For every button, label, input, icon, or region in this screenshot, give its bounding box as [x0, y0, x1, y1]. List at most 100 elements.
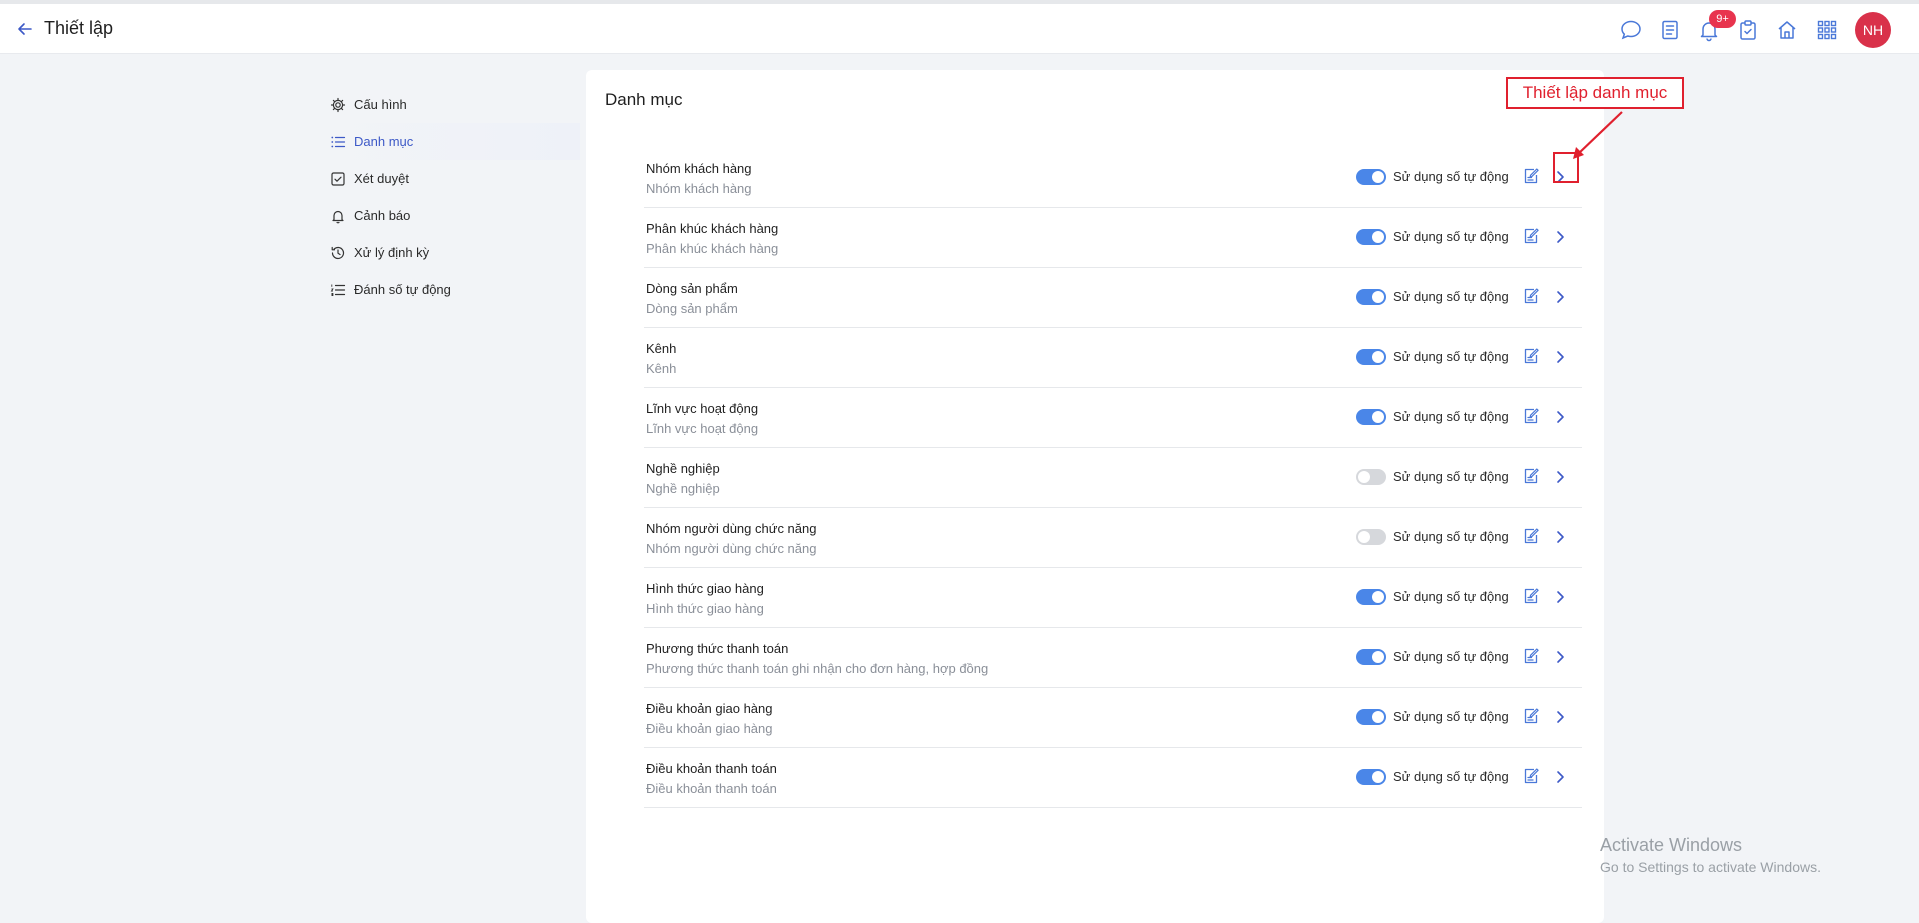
category-name: Nhóm người dùng chức năng	[646, 521, 817, 536]
category-description: Điều khoản thanh toán	[646, 781, 777, 796]
chevron-right-icon[interactable]	[1551, 288, 1569, 306]
auto-number-toggle[interactable]	[1356, 409, 1386, 425]
category-panel: Danh mục Nhóm khách hàng Nhóm khách hàng S…	[586, 70, 1604, 923]
sidebar-item-cau-hinh[interactable]: Cấu hình	[320, 86, 580, 123]
edit-icon[interactable]	[1522, 767, 1540, 785]
edit-icon[interactable]	[1522, 587, 1540, 605]
edit-icon[interactable]	[1522, 527, 1540, 545]
annotation-arrow	[1573, 111, 1623, 159]
auto-number-label: Sử dụng số tự động	[1393, 169, 1509, 184]
bell-icon	[332, 210, 344, 223]
chevron-right-icon[interactable]	[1551, 708, 1569, 726]
edit-icon[interactable]	[1522, 647, 1540, 665]
auto-number-toggle[interactable]	[1356, 589, 1386, 605]
edit-icon[interactable]	[1522, 467, 1540, 485]
category-description: Hình thức giao hàng	[646, 601, 764, 616]
sidebar-item-xu-ly-dinh-ky[interactable]: Xử lý định kỳ	[320, 234, 580, 271]
sidebar-item-danh-muc[interactable]: Danh mục	[320, 123, 580, 160]
sidebar-item-canh-bao[interactable]: Cảnh báo	[320, 197, 580, 234]
auto-number-label: Sử dụng số tự động	[1393, 229, 1509, 244]
category-name: Nghề nghiệp	[646, 461, 720, 476]
edit-icon[interactable]	[1522, 407, 1540, 425]
auto-number-label: Sử dụng số tự động	[1393, 709, 1509, 724]
sidebar-item-xet-duyet[interactable]: Xét duyệt	[320, 160, 580, 197]
category-name: Phân khúc khách hàng	[646, 221, 779, 236]
category-row: Lĩnh vực hoạt động Lĩnh vực hoạt động Sử d…	[644, 388, 1582, 448]
edit-icon[interactable]	[1522, 707, 1540, 725]
chevron-right-icon[interactable]	[1551, 768, 1569, 786]
auto-number-label: Sử dụng số tự động	[1393, 589, 1509, 604]
category-name: Dòng sản phẩm	[646, 281, 738, 296]
category-description: Dòng sản phẩm	[646, 301, 738, 316]
category-row: Dòng sản phẩm Dòng sản phẩm Sử dụng số tự …	[644, 268, 1582, 328]
numbered-list-icon	[330, 284, 346, 296]
activation-watermark-subtitle: Go to Settings to activate Windows.	[1600, 859, 1821, 875]
notification-badge: 9+	[1709, 10, 1736, 28]
home-icon[interactable]	[1775, 18, 1799, 42]
notes-icon[interactable]	[1658, 18, 1682, 42]
auto-number-toggle[interactable]	[1356, 169, 1386, 185]
category-list: Nhóm khách hàng Nhóm khách hàng Sử dụng số…	[644, 148, 1582, 808]
auto-number-label: Sử dụng số tự động	[1393, 349, 1509, 364]
category-name: Điều khoản giao hàng	[646, 701, 773, 716]
category-row: Kênh Kênh Sử dụng số tự động	[644, 328, 1582, 388]
category-row: Điều khoản giao hàng Điều khoản giao hàng…	[644, 688, 1582, 748]
category-row: Điều khoản thanh toán Điều khoản thanh to…	[644, 748, 1582, 808]
category-description: Kênh	[646, 361, 677, 376]
auto-number-label: Sử dụng số tự động	[1393, 409, 1509, 424]
auto-number-toggle[interactable]	[1356, 229, 1386, 245]
edit-icon[interactable]	[1522, 227, 1540, 245]
auto-number-toggle[interactable]	[1356, 769, 1386, 785]
sidebar-item-label: Cấu hình	[354, 97, 407, 112]
category-row: Phân khúc khách hàng Phân khúc khách hàng…	[644, 208, 1582, 268]
auto-number-label: Sử dụng số tự động	[1393, 469, 1509, 484]
chevron-right-icon[interactable]	[1551, 648, 1569, 666]
category-name: Điều khoản thanh toán	[646, 761, 777, 776]
category-row: Nhóm người dùng chức năng Nhóm người dùng…	[644, 508, 1582, 568]
annotation-highlight-box	[1553, 152, 1579, 183]
chevron-right-icon[interactable]	[1551, 468, 1569, 486]
category-description: Nghề nghiệp	[646, 481, 720, 496]
auto-number-toggle[interactable]	[1356, 529, 1386, 545]
back-arrow-icon[interactable]	[14, 18, 36, 40]
edit-icon[interactable]	[1522, 167, 1540, 185]
chevron-right-icon[interactable]	[1551, 228, 1569, 246]
auto-number-toggle[interactable]	[1356, 469, 1386, 485]
auto-number-label: Sử dụng số tự động	[1393, 289, 1509, 304]
list-icon	[331, 136, 346, 147]
category-row: Nhóm khách hàng Nhóm khách hàng Sử dụng số…	[644, 148, 1582, 208]
category-description: Phương thức thanh toán ghi nhận cho đơn …	[646, 661, 989, 676]
auto-number-toggle[interactable]	[1356, 709, 1386, 725]
edit-icon[interactable]	[1522, 287, 1540, 305]
chevron-right-icon[interactable]	[1551, 588, 1569, 606]
category-row: Phương thức thanh toán Phương thức thanh …	[644, 628, 1582, 688]
chat-icon[interactable]	[1619, 18, 1643, 42]
sidebar-item-danh-so-tu-dong[interactable]: Đánh số tự động	[320, 271, 580, 308]
auto-number-label: Sử dụng số tự động	[1393, 649, 1509, 664]
chevron-right-icon[interactable]	[1551, 348, 1569, 366]
category-name: Kênh	[646, 341, 677, 356]
category-name: Hình thức giao hàng	[646, 581, 764, 596]
category-row: Nghề nghiệp Nghề nghiệp Sử dụng số tự động	[644, 448, 1582, 508]
sidebar-item-label: Xét duyệt	[354, 171, 409, 186]
settings-sidebar: Cấu hình Danh mục Xét duyệt Cảnh báo Xử …	[320, 86, 580, 308]
page-title: Thiết lập	[44, 18, 114, 38]
chevron-right-icon[interactable]	[1551, 408, 1569, 426]
apps-grid-icon[interactable]	[1815, 18, 1839, 42]
chevron-right-icon[interactable]	[1551, 528, 1569, 546]
category-description: Nhóm khách hàng	[646, 181, 752, 196]
sidebar-item-label: Đánh số tự động	[354, 282, 451, 297]
sidebar-item-label: Danh mục	[354, 134, 414, 149]
category-row: Hình thức giao hàng Hình thức giao hàng Sử…	[644, 568, 1582, 628]
avatar[interactable]: NH	[1855, 12, 1891, 48]
category-name: Phương thức thanh toán	[646, 641, 789, 656]
auto-number-toggle[interactable]	[1356, 289, 1386, 305]
auto-number-toggle[interactable]	[1356, 649, 1386, 665]
auto-number-toggle[interactable]	[1356, 349, 1386, 365]
category-description: Điều khoản giao hàng	[646, 721, 773, 736]
clipboard-icon[interactable]	[1736, 18, 1760, 42]
top-header: Thiết lập 9+ NH	[0, 4, 1919, 54]
category-name: Lĩnh vực hoạt động	[646, 401, 759, 416]
activation-watermark-title: Activate Windows	[1600, 835, 1743, 855]
edit-icon[interactable]	[1522, 347, 1540, 365]
